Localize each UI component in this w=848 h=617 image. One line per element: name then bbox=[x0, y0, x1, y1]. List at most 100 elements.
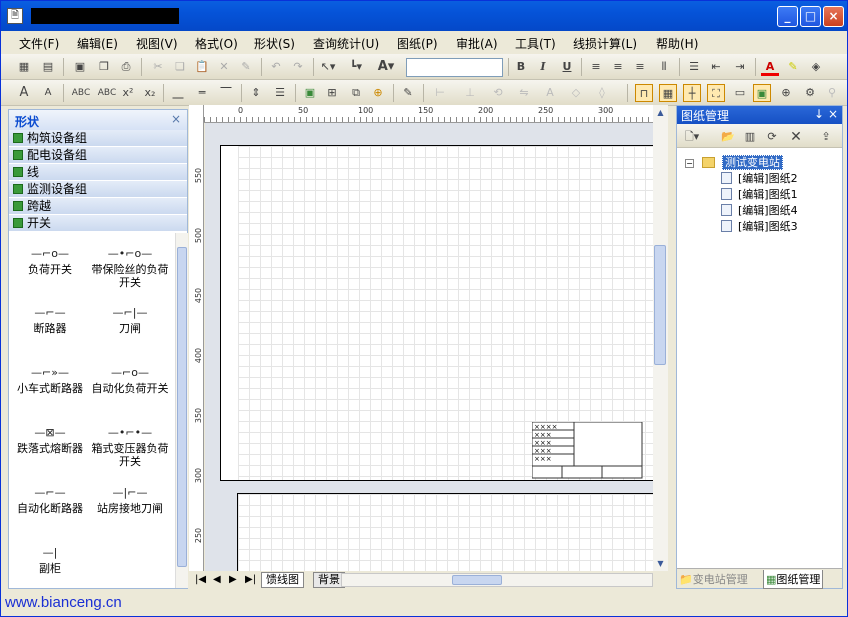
italic-button[interactable]: I bbox=[534, 58, 552, 76]
tree-item[interactable]: [编辑]图纸1 bbox=[721, 186, 798, 202]
shape-sub-cabinet[interactable]: —| 副柜 bbox=[9, 546, 91, 575]
menu-tools[interactable]: 工具(T) bbox=[515, 35, 556, 52]
align-top-icon[interactable]: ⎺ bbox=[217, 84, 235, 102]
category-crossing[interactable]: 跨越 bbox=[9, 198, 187, 215]
menu-file[interactable]: 文件(F) bbox=[19, 35, 59, 52]
font-name-combo[interactable] bbox=[406, 58, 503, 77]
decrease-font-button[interactable]: A bbox=[39, 84, 57, 102]
category-building-equipment[interactable]: 构筑设备组 bbox=[9, 130, 187, 147]
shape-knife-switch[interactable]: —⌐|— 刀闸 bbox=[89, 306, 171, 335]
delete-icon[interactable]: ✕ bbox=[215, 58, 233, 76]
new-icon[interactable]: ▦ bbox=[15, 58, 33, 76]
smallcaps-button[interactable]: ABC bbox=[95, 84, 119, 102]
close-button[interactable]: × bbox=[823, 6, 844, 27]
shape-trolley-breaker[interactable]: —⌐»— 小车式断路器 bbox=[9, 366, 91, 395]
minimize-button[interactable]: _ bbox=[777, 6, 798, 27]
menu-view[interactable]: 视图(V) bbox=[136, 35, 178, 52]
drawing-sheet-2[interactable] bbox=[237, 493, 653, 571]
undo-icon[interactable]: ↶ bbox=[267, 58, 285, 76]
tab-drawing-manager[interactable]: ▦图纸管理 bbox=[763, 570, 824, 589]
send-back-icon[interactable]: ⊕ bbox=[369, 84, 387, 102]
scrollbar-thumb[interactable] bbox=[452, 575, 502, 585]
tree-root[interactable]: − 测试变电站 bbox=[685, 154, 783, 170]
scroll-up-icon[interactable]: ▲ bbox=[653, 105, 668, 120]
tree-item[interactable]: [编辑]图纸2 bbox=[721, 170, 798, 186]
uppercase-button[interactable]: ABC bbox=[69, 84, 93, 102]
menu-query[interactable]: 查询统计(U) bbox=[313, 35, 379, 52]
last-page-icon[interactable]: ▶| bbox=[245, 574, 256, 585]
close-icon[interactable]: × bbox=[828, 107, 838, 121]
bold-button[interactable]: B bbox=[512, 58, 530, 76]
shape-fused-load-switch[interactable]: —•⌐o— 带保险丝的负荷开关 bbox=[89, 247, 171, 289]
distribute-icon[interactable]: ⦀ bbox=[655, 58, 673, 76]
snap-icon[interactable]: ▣ bbox=[753, 84, 771, 102]
extra-icon[interactable]: ⚲ bbox=[823, 84, 841, 102]
next-page-icon[interactable]: ▶ bbox=[229, 574, 237, 585]
open-folder-icon[interactable]: 📂 bbox=[719, 128, 737, 146]
underline-button[interactable]: U bbox=[558, 58, 576, 76]
print-icon[interactable]: ⎙ bbox=[117, 58, 135, 76]
shape-box-transformer-switch[interactable]: —•⌐•— 箱式变压器负荷开关 bbox=[89, 426, 171, 468]
align-right-icon[interactable]: ≡ bbox=[631, 58, 649, 76]
align-objects-icon[interactable]: ⊢ bbox=[431, 84, 449, 102]
bullets-icon[interactable]: ☰ bbox=[685, 58, 703, 76]
menu-edit[interactable]: 编辑(E) bbox=[77, 35, 118, 52]
align-middle-icon[interactable]: ═ bbox=[193, 84, 211, 102]
refresh-icon[interactable]: ⟳ bbox=[763, 128, 781, 146]
shape-a-icon[interactable]: A bbox=[541, 84, 559, 102]
flip-icon[interactable]: ⇋ bbox=[515, 84, 533, 102]
report-icon[interactable]: ▥ bbox=[741, 128, 759, 146]
category-switch[interactable]: 开关 bbox=[9, 215, 187, 232]
menu-line-loss[interactable]: 线损计算(L) bbox=[573, 35, 637, 52]
collapse-icon[interactable]: − bbox=[685, 159, 694, 168]
menu-help[interactable]: 帮助(H) bbox=[656, 35, 698, 52]
drawing-sheet[interactable]: ×××× ××× ××× ××× ××× bbox=[220, 145, 653, 481]
delete-icon[interactable]: ✕ bbox=[787, 128, 805, 146]
paragraph-spacing-icon[interactable]: ☰ bbox=[271, 84, 289, 102]
copy-doc-icon[interactable]: ❐ bbox=[95, 58, 113, 76]
text-tool-icon[interactable]: A▾ bbox=[377, 58, 395, 76]
indent-decrease-icon[interactable]: ⇤ bbox=[707, 58, 725, 76]
paste-icon[interactable]: 📋 bbox=[193, 58, 211, 76]
fill-color-icon[interactable]: ◈ bbox=[807, 58, 825, 76]
bounds-toggle-icon[interactable]: ⛶ bbox=[707, 84, 725, 102]
shapes-scrollbar[interactable] bbox=[175, 233, 188, 588]
category-distribution-equipment[interactable]: 配电设备组 bbox=[9, 147, 187, 164]
group-icon[interactable]: ⊞ bbox=[323, 84, 341, 102]
page-icon[interactable]: ▭ bbox=[731, 84, 749, 102]
new-drawing-icon[interactable]: 🗋▾ bbox=[683, 128, 701, 146]
redo-icon[interactable]: ↷ bbox=[289, 58, 307, 76]
first-page-icon[interactable]: |◀ bbox=[195, 574, 206, 585]
connector-icon[interactable]: ┗▾ bbox=[347, 58, 365, 76]
distribute-objects-icon[interactable]: ⊥ bbox=[461, 84, 479, 102]
bring-front-icon[interactable]: ⧉ bbox=[347, 84, 365, 102]
indent-increase-icon[interactable]: ⇥ bbox=[731, 58, 749, 76]
pointer-icon[interactable]: ↖▾ bbox=[319, 58, 337, 76]
align-bottom-icon[interactable]: ⎽ bbox=[169, 84, 187, 102]
close-icon[interactable]: × bbox=[171, 112, 181, 126]
maximize-button[interactable]: □ bbox=[800, 6, 821, 27]
menu-shape[interactable]: 形状(S) bbox=[254, 35, 295, 52]
horizontal-scrollbar[interactable] bbox=[341, 573, 653, 587]
superscript-icon[interactable]: x² bbox=[119, 84, 137, 102]
cut-icon[interactable]: ✂ bbox=[149, 58, 167, 76]
ruler-toggle-icon[interactable]: ⊓ bbox=[635, 84, 653, 102]
export-icon[interactable]: ⇪ bbox=[817, 128, 835, 146]
shape-auto-load-switch[interactable]: —⌐o— 自动化负荷开关 bbox=[89, 366, 171, 395]
shape-c-icon[interactable]: ◊ bbox=[593, 84, 611, 102]
format-painter-icon[interactable]: ✎ bbox=[237, 58, 255, 76]
zoom-icon[interactable]: ⊕ bbox=[777, 84, 795, 102]
shape-b-icon[interactable]: ◇ bbox=[567, 84, 585, 102]
category-monitoring-equipment[interactable]: 监测设备组 bbox=[9, 181, 187, 198]
line-spacing-icon[interactable]: ⇕ bbox=[247, 84, 265, 102]
drawing-canvas[interactable]: ×××× ××× ××× ××× ××× bbox=[205, 123, 653, 571]
rotate-icon[interactable]: ⟲ bbox=[489, 84, 507, 102]
subscript-icon[interactable]: x₂ bbox=[141, 84, 159, 102]
layer-icon[interactable]: ▣ bbox=[301, 84, 319, 102]
menu-format[interactable]: 格式(O) bbox=[195, 35, 238, 52]
copy-icon[interactable]: ❏ bbox=[171, 58, 189, 76]
tab-substation-manager[interactable]: 📁变电站管理 bbox=[679, 571, 748, 587]
grid-icon[interactable]: ▤ bbox=[39, 58, 57, 76]
font-color-button[interactable]: A bbox=[761, 58, 779, 76]
vertical-scrollbar[interactable]: ▲ ▼ bbox=[653, 105, 668, 571]
